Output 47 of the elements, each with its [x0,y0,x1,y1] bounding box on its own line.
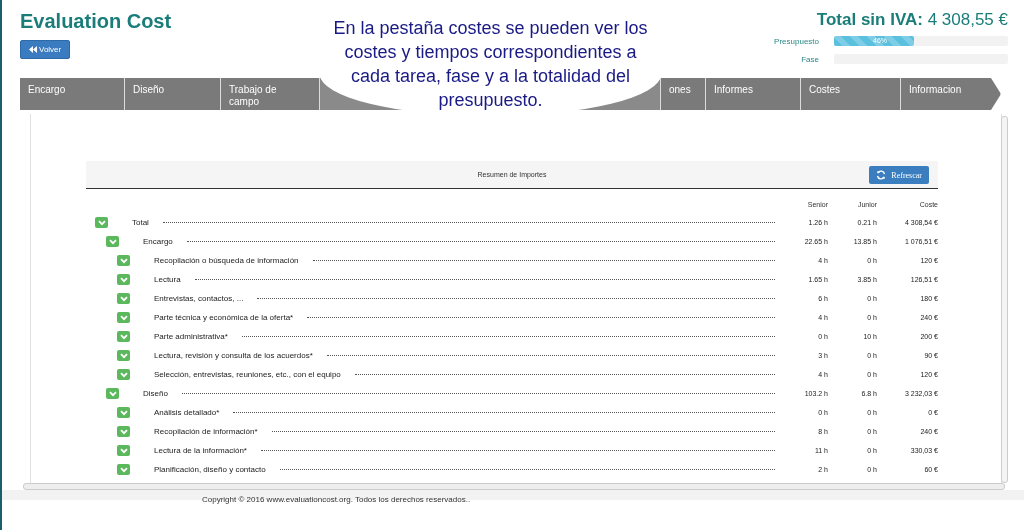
collapse-toggle[interactable] [117,369,130,380]
row-label: Encargo [143,237,173,246]
vertical-scrollbar[interactable] [1001,116,1008,483]
row-label: Lectura de la información* [154,446,247,455]
collapse-toggle[interactable] [95,217,108,228]
row-label: Recopilación o búsqueda de información [154,256,299,265]
refresh-button[interactable]: Refrescar [869,166,929,184]
collapse-toggle[interactable] [117,407,130,418]
collapse-toggle[interactable] [117,312,130,323]
row-label: Entrevistas, contactos, ... [154,294,244,303]
row-label: Diseño [143,389,168,398]
callout-text: En la pestaña costes se pueden ver los costes y tiempos correspondientes a cada tarea, fase y a la totalidad del presupuesto. [332,17,649,112]
copyright-text: Copyright © 2016 www.evaluationcost.org. Todos los derechos reservados.. [202,495,471,504]
row-label: Selección, entrevistas, reuniones, etc., con el equipo [154,370,341,379]
rewind-icon [29,46,37,53]
row-label: Lectura [154,275,181,284]
row-label: Planificación, diseño y contacto [154,465,266,474]
step-tab[interactable]: Informes [706,78,801,110]
horizontal-scrollbar[interactable] [23,483,1005,490]
step-tab[interactable]: ones [661,78,706,110]
collapse-toggle[interactable] [106,388,119,399]
collapse-toggle[interactable] [117,293,130,304]
row-label: Recopilación de información* [154,427,258,436]
back-button[interactable]: Volver [20,40,71,59]
app-title: Evaluation Cost [20,10,172,33]
refresh-icon [876,170,887,180]
row-label: Parte administrativa* [154,332,228,341]
collapse-toggle[interactable] [106,236,119,247]
collapse-toggle[interactable] [117,426,130,437]
collapse-toggle[interactable] [117,350,130,361]
row-label: Total [132,218,149,227]
meter-label: Fase [800,54,819,64]
step-tab[interactable]: Encargo [20,78,125,110]
step-tab[interactable]: Diseño [125,78,221,110]
row-label: Análisis detallado* [154,408,220,417]
collapse-toggle[interactable] [117,255,130,266]
total-value: 4 308,55 € [927,10,1008,29]
meter-label: Presupuesto [773,36,819,46]
row-label: Parte técnica y económica de la oferta* [154,313,294,322]
step-tab[interactable]: Costes [801,78,901,110]
collapse-toggle[interactable] [117,274,130,285]
collapse-toggle[interactable] [117,331,130,342]
collapse-toggle[interactable] [117,445,130,456]
step-tab[interactable]: Informacion [901,78,1001,110]
total-label: Total sin IVA: [816,10,923,29]
row-label: Lectura, revisión y consulta de los acuerdos* [154,351,313,360]
collapse-toggle[interactable] [117,464,130,475]
